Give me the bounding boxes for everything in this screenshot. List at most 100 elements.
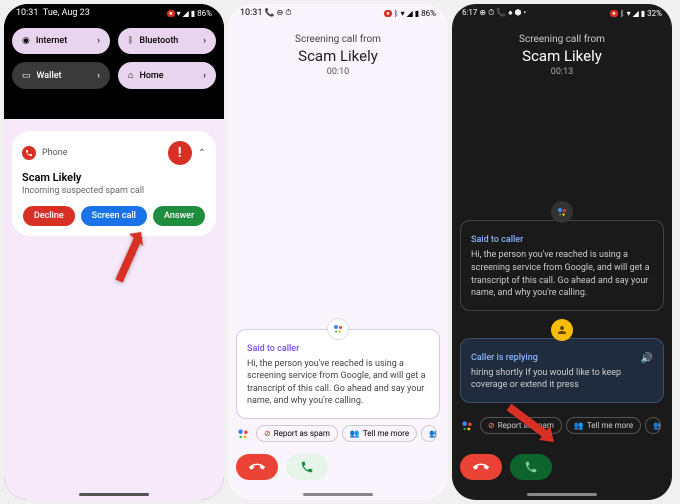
wifi-icon: ▾ xyxy=(627,9,631,18)
reply-label: Caller is replying xyxy=(471,353,635,363)
reply-text: hiring shortly If you would like to keep… xyxy=(471,367,635,392)
caller-name: Scam Likely xyxy=(452,47,672,65)
bluetooth-icon: ᛒ xyxy=(394,9,399,18)
said-label: Said to caller xyxy=(247,344,429,354)
gesture-bar[interactable] xyxy=(303,493,373,496)
status-bar: 10:31 Tue, Aug 23 ● ▾ ◢ ▮ 86% xyxy=(4,4,224,20)
wifi-icon: ◉ xyxy=(22,36,30,46)
phone-status-icon: 📞 ⊖ ⏱ xyxy=(265,8,292,17)
qs-home[interactable]: ⌂ Home › xyxy=(118,62,216,89)
qs-internet[interactable]: ◉Internet › xyxy=(12,28,110,54)
wifi-icon: ▾ xyxy=(401,9,405,18)
recording-icon: ● xyxy=(384,10,392,17)
app-name: Phone xyxy=(42,148,68,158)
chip-label: Tell me more xyxy=(587,421,633,430)
chip-label: Report as spam xyxy=(498,421,554,430)
status-time: 6:17 xyxy=(462,8,477,17)
hangup-button[interactable] xyxy=(460,454,502,480)
call-controls xyxy=(460,448,664,492)
chip-report-spam[interactable]: ⊘Report as spam xyxy=(480,417,562,434)
chip-tell-more[interactable]: 👥Tell me more xyxy=(342,425,417,442)
assistant-avatar xyxy=(327,318,349,340)
no-entry-icon: ⊘ xyxy=(488,421,495,430)
chip-report-spam[interactable]: ⊘Report as spam xyxy=(256,425,338,442)
assistant-icon xyxy=(236,426,252,442)
recording-icon: ● xyxy=(610,10,618,17)
status-bar: 6:17 ⊕ ⏱ 📞 ♠ ⬢ • ● ᛒ ▾ ◢ ▮ 32% xyxy=(452,4,672,20)
audio-icon[interactable]: 🔊 xyxy=(641,353,653,364)
chevron-right-icon: › xyxy=(203,36,206,46)
decline-button[interactable]: Decline xyxy=(23,206,75,226)
status-date: Tue, Aug 23 xyxy=(43,8,90,18)
said-to-caller-box: Said to caller Hi, the person you've rea… xyxy=(460,220,664,310)
qs-bluetooth[interactable]: ᛒ Bluetooth › xyxy=(118,28,216,54)
quick-settings: ◉Internet › ᛒ Bluetooth › ▭ Wallet › ⌂ Home… xyxy=(4,20,224,119)
call-header: Screening call from Scam Likely 00:13 xyxy=(452,20,672,81)
gesture-bar[interactable] xyxy=(527,493,597,496)
screen-call-button[interactable]: Screen call xyxy=(81,206,147,226)
chip-label: Tell me more xyxy=(363,429,409,438)
call-controls xyxy=(236,448,440,492)
notification-shade: Phone ! ⌃ Scam Likely Incoming suspected… xyxy=(4,119,224,500)
bluetooth-icon: ᛒ xyxy=(620,9,625,18)
phone-call-screen-light: 10:31 📞 ⊖ ⏱ ● ᛒ ▾ ◢ ▮ 86% Screening call… xyxy=(228,4,448,500)
incoming-call-notification: Phone ! ⌃ Scam Likely Incoming suspected… xyxy=(12,131,216,236)
battery-percent: 32% xyxy=(647,9,662,18)
people-icon: 👥 xyxy=(350,429,360,438)
call-timer: 00:13 xyxy=(452,67,672,77)
answer-button[interactable]: Answer xyxy=(153,206,205,226)
pickup-button[interactable] xyxy=(510,454,552,480)
home-icon: ⌂ xyxy=(128,70,133,81)
said-label: Said to caller xyxy=(471,235,653,245)
people-icon: 👥 xyxy=(429,429,437,438)
screening-label: Screening call from xyxy=(452,34,672,45)
alert-icon: ! xyxy=(168,141,192,165)
recording-icon: ● xyxy=(167,10,175,17)
bluetooth-icon: ᛒ xyxy=(128,36,133,46)
said-to-caller-box: Said to caller Hi, the person you've rea… xyxy=(236,329,440,419)
suggestion-chips: ⊘Report as spam 👥Tell me more 👥W xyxy=(236,419,440,448)
chevron-right-icon: › xyxy=(203,71,206,81)
wifi-icon: ▾ xyxy=(177,9,181,18)
said-text: Hi, the person you've reached is using a… xyxy=(247,358,429,408)
chevron-right-icon: › xyxy=(97,71,100,81)
chevron-right-icon: › xyxy=(97,36,100,46)
call-timer: 00:10 xyxy=(228,67,448,77)
call-subtitle: Incoming suspected spam call xyxy=(22,186,206,196)
phone-call-screen-dark: 6:17 ⊕ ⏱ 📞 ♠ ⬢ • ● ᛒ ▾ ◢ ▮ 32% Screening… xyxy=(452,4,672,500)
battery-icon: ▮ xyxy=(191,9,195,18)
qs-label: Home xyxy=(139,71,163,81)
qs-label: Bluetooth xyxy=(139,36,178,46)
chip-overflow[interactable]: 👥W xyxy=(645,417,661,434)
battery-icon: ▮ xyxy=(415,9,419,18)
status-icons-left: ⊕ ⏱ 📞 ♠ ⬢ • xyxy=(479,8,526,17)
chip-label: Report as spam xyxy=(274,429,330,438)
collapse-icon[interactable]: ⌃ xyxy=(198,148,206,159)
people-icon: 👥 xyxy=(653,421,661,430)
phone-home-screen: 10:31 Tue, Aug 23 ● ▾ ◢ ▮ 86% ◉Internet … xyxy=(4,4,224,500)
caller-avatar xyxy=(551,319,573,341)
gesture-bar[interactable] xyxy=(79,493,149,496)
signal-icon: ◢ xyxy=(407,9,413,18)
pickup-button[interactable] xyxy=(286,454,328,480)
battery-percent: 86% xyxy=(197,9,212,18)
caller-name: Scam Likely xyxy=(228,47,448,65)
caller-reply-box: Caller is replying hiring shortly If you… xyxy=(460,338,664,403)
people-icon: 👥 xyxy=(574,421,584,430)
chip-overflow[interactable]: 👥W xyxy=(421,425,437,442)
chip-tell-more[interactable]: 👥Tell me more xyxy=(566,417,641,434)
status-time: 10:31 xyxy=(240,8,262,18)
wallet-icon: ▭ xyxy=(22,71,31,81)
screening-label: Screening call from xyxy=(228,34,448,45)
signal-icon: ◢ xyxy=(633,9,639,18)
call-header: Screening call from Scam Likely 00:10 xyxy=(228,20,448,81)
signal-icon: ◢ xyxy=(183,9,189,18)
qs-wallet[interactable]: ▭ Wallet › xyxy=(12,62,110,89)
qs-label: Wallet xyxy=(37,71,62,81)
hangup-button[interactable] xyxy=(236,454,278,480)
status-time: 10:31 xyxy=(16,8,38,18)
status-bar: 10:31 📞 ⊖ ⏱ ● ᛒ ▾ ◢ ▮ 86% xyxy=(228,4,448,20)
assistant-icon xyxy=(460,418,476,434)
said-text: Hi, the person you've reached is using a… xyxy=(471,249,653,299)
phone-app-icon xyxy=(22,146,36,160)
